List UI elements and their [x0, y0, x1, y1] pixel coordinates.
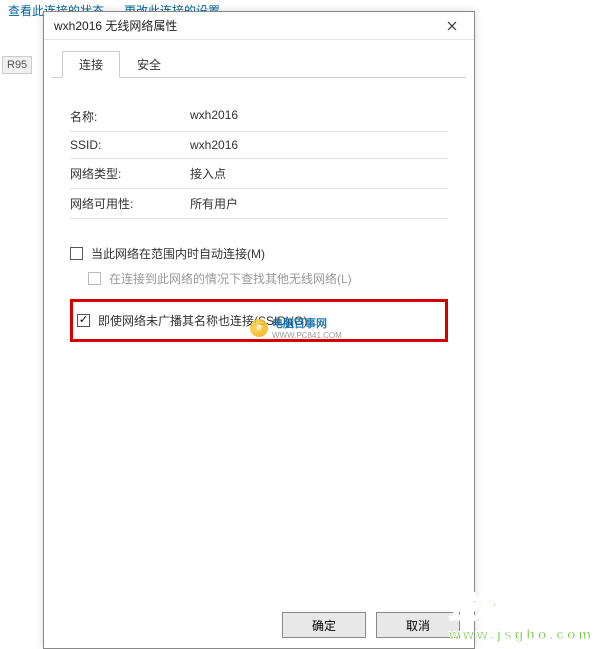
pcbay-cn: 电脑百事网 [272, 315, 342, 331]
property-ssid-value: wxh2016 [190, 138, 448, 152]
close-button[interactable] [440, 16, 464, 36]
auto-connect-label: 当此网络在范围内时自动连接(M) [91, 245, 265, 262]
dialog-title: wxh2016 无线网络属性 [54, 17, 440, 34]
tab-connect[interactable]: 连接 [62, 51, 120, 78]
auto-connect-checkbox[interactable] [70, 247, 83, 260]
jsgho-en: www.jsgho.com [449, 626, 594, 642]
tab-security[interactable]: 安全 [120, 51, 178, 78]
pcbay-en: WWW.PC841.COM [272, 331, 342, 340]
watermark-pcbay: e 电脑百事网 WWW.PC841.COM [250, 315, 342, 340]
watermark-jsgho: 技术员联盟 www.jsgho.com [449, 586, 594, 642]
property-availability-value: 所有用户 [190, 195, 448, 212]
find-other-label: 在连接到此网络的情况下查找其他无线网络(L) [109, 270, 352, 287]
titlebar: wxh2016 无线网络属性 [44, 12, 474, 40]
jsgho-cn: 技术员联盟 [449, 586, 594, 626]
bg-label: R95 [2, 56, 32, 74]
property-ssid-label: SSID: [70, 138, 190, 152]
property-availability-label: 网络可用性: [70, 195, 190, 212]
auto-connect-row: 当此网络在范围内时自动连接(M) [70, 241, 448, 266]
cancel-button[interactable]: 取消 [376, 612, 460, 638]
property-ssid-row: SSID: wxh2016 [70, 132, 448, 159]
tab-bar: 连接 安全 [52, 40, 466, 78]
find-other-checkbox [88, 272, 101, 285]
find-other-row: 在连接到此网络的情况下查找其他无线网络(L) [88, 266, 448, 291]
property-type-row: 网络类型: 接入点 [70, 159, 448, 189]
pcbay-logo-icon: e [250, 319, 268, 337]
ok-button[interactable]: 确定 [282, 612, 366, 638]
property-name-value: wxh2016 [190, 108, 448, 125]
property-name-row: 名称: wxh2016 [70, 102, 448, 132]
property-availability-row: 网络可用性: 所有用户 [70, 189, 448, 219]
property-name-label: 名称: [70, 108, 190, 125]
connect-hidden-checkbox[interactable] [77, 314, 90, 327]
dialog-buttons: 确定 取消 [282, 612, 460, 638]
property-type-value: 接入点 [190, 165, 448, 182]
property-type-label: 网络类型: [70, 165, 190, 182]
close-icon [447, 21, 457, 31]
